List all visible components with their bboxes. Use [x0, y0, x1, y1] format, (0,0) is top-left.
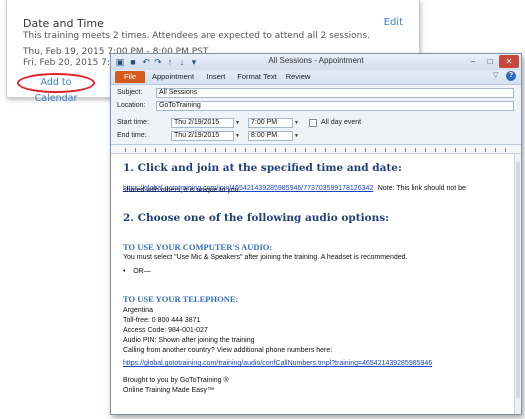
date-time-heading: Date and Time [23, 17, 104, 30]
chevron-down-icon[interactable]: ▼ [233, 118, 241, 128]
start-time-label: Start time: [117, 119, 149, 126]
ruler [111, 144, 521, 154]
chevron-down-icon[interactable]: ▼ [292, 118, 300, 128]
phone-other-country: Calling from another country? View addit… [123, 347, 333, 354]
end-time-select[interactable]: 8:00 PM ▼ [248, 131, 300, 141]
appointment-window: ▣ ■ ↶ ↷ ↑ ↓ ▾ All Sessions - Appointment… [110, 53, 522, 415]
all-day-label: All day event [321, 119, 362, 126]
phone-tollfree: Toll-free: 0 800 444 3871 [123, 317, 201, 324]
brought-by-text: Brought to you by GoToTraining ® [123, 377, 229, 384]
vertical-scrollbar[interactable] [514, 154, 521, 414]
appointment-fields: Subject: All Sessions Location: GoToTrai… [111, 84, 521, 144]
step1-heading: 1. Click and join at the specified time … [123, 162, 402, 174]
message-body[interactable]: 1. Click and join at the specified time … [111, 154, 514, 414]
tab-format-text[interactable]: Format Text [235, 71, 279, 83]
add-to-calendar-link[interactable]: Add to Calendar [17, 73, 95, 104]
tab-review[interactable]: Review [283, 71, 313, 83]
start-time-value: 7:00 PM [251, 119, 278, 126]
tab-file[interactable]: File [115, 71, 145, 83]
telephone-heading: TO USE YOUR TELEPHONE: [123, 294, 239, 304]
or-text: OR— [133, 268, 151, 275]
call-numbers-link[interactable]: https://global.gototraining.com/training… [123, 360, 432, 367]
meeting-description: This training meets 2 times. Attendees a… [23, 31, 370, 41]
end-date-value: Thu 2/19/2015 [174, 132, 220, 139]
subject-label: Subject: [117, 89, 143, 96]
or-line: • OR— [123, 268, 151, 275]
start-date-value: Thu 2/19/2015 [174, 119, 220, 126]
location-label: Location: [117, 102, 146, 109]
start-time-select[interactable]: 7:00 PM ▼ [248, 118, 300, 128]
subject-input[interactable]: All Sessions [156, 88, 514, 98]
computer-audio-text: You must select "Use Mic & Speakers" aft… [123, 254, 408, 261]
edit-link[interactable]: Edit [384, 17, 403, 28]
all-day-checkbox[interactable] [309, 119, 317, 127]
minimize-ribbon-icon[interactable]: ▽ [493, 71, 498, 79]
ribbon-tabs: File Appointment Insert Format Text Revi… [111, 70, 521, 84]
note-text: Note: This link should not be [377, 185, 466, 192]
bullet-icon: • [123, 268, 126, 275]
location-input[interactable]: GoToTraining [156, 101, 514, 111]
end-time-label: End time: [117, 132, 147, 139]
scrollbar-thumb[interactable] [516, 162, 520, 398]
title-bar: ▣ ■ ↶ ↷ ↑ ↓ ▾ All Sessions - Appointment… [111, 54, 521, 70]
phone-country: Argentina [123, 307, 153, 314]
minimize-button[interactable]: – [465, 55, 481, 68]
start-date-picker[interactable]: Thu 2/19/2015 ▼ [171, 118, 241, 128]
tab-insert[interactable]: Insert [201, 71, 231, 83]
tagline-text: Online Training Made Easy™ [123, 387, 215, 394]
close-button[interactable]: ✕ [499, 55, 519, 68]
phone-audio-pin: Audio PIN: Shown after joining the train… [123, 337, 255, 344]
note-text-cont: shared with others; it is unique to you. [123, 187, 241, 194]
end-date-picker[interactable]: Thu 2/19/2015 ▼ [171, 131, 241, 141]
chevron-down-icon[interactable]: ▼ [233, 131, 241, 141]
step2-heading: 2. Choose one of the following audio opt… [123, 212, 390, 224]
maximize-button[interactable]: □ [482, 55, 498, 68]
phone-access-code: Access Code: 984-001-027 [123, 327, 208, 334]
tab-appointment[interactable]: Appointment [151, 71, 195, 83]
end-time-value: 8:00 PM [251, 132, 278, 139]
chevron-down-icon[interactable]: ▼ [292, 131, 300, 141]
window-title: All Sessions - Appointment [268, 56, 364, 65]
help-icon[interactable]: ? [506, 71, 516, 81]
computer-audio-heading: TO USE YOUR COMPUTER'S AUDIO: [123, 242, 273, 252]
